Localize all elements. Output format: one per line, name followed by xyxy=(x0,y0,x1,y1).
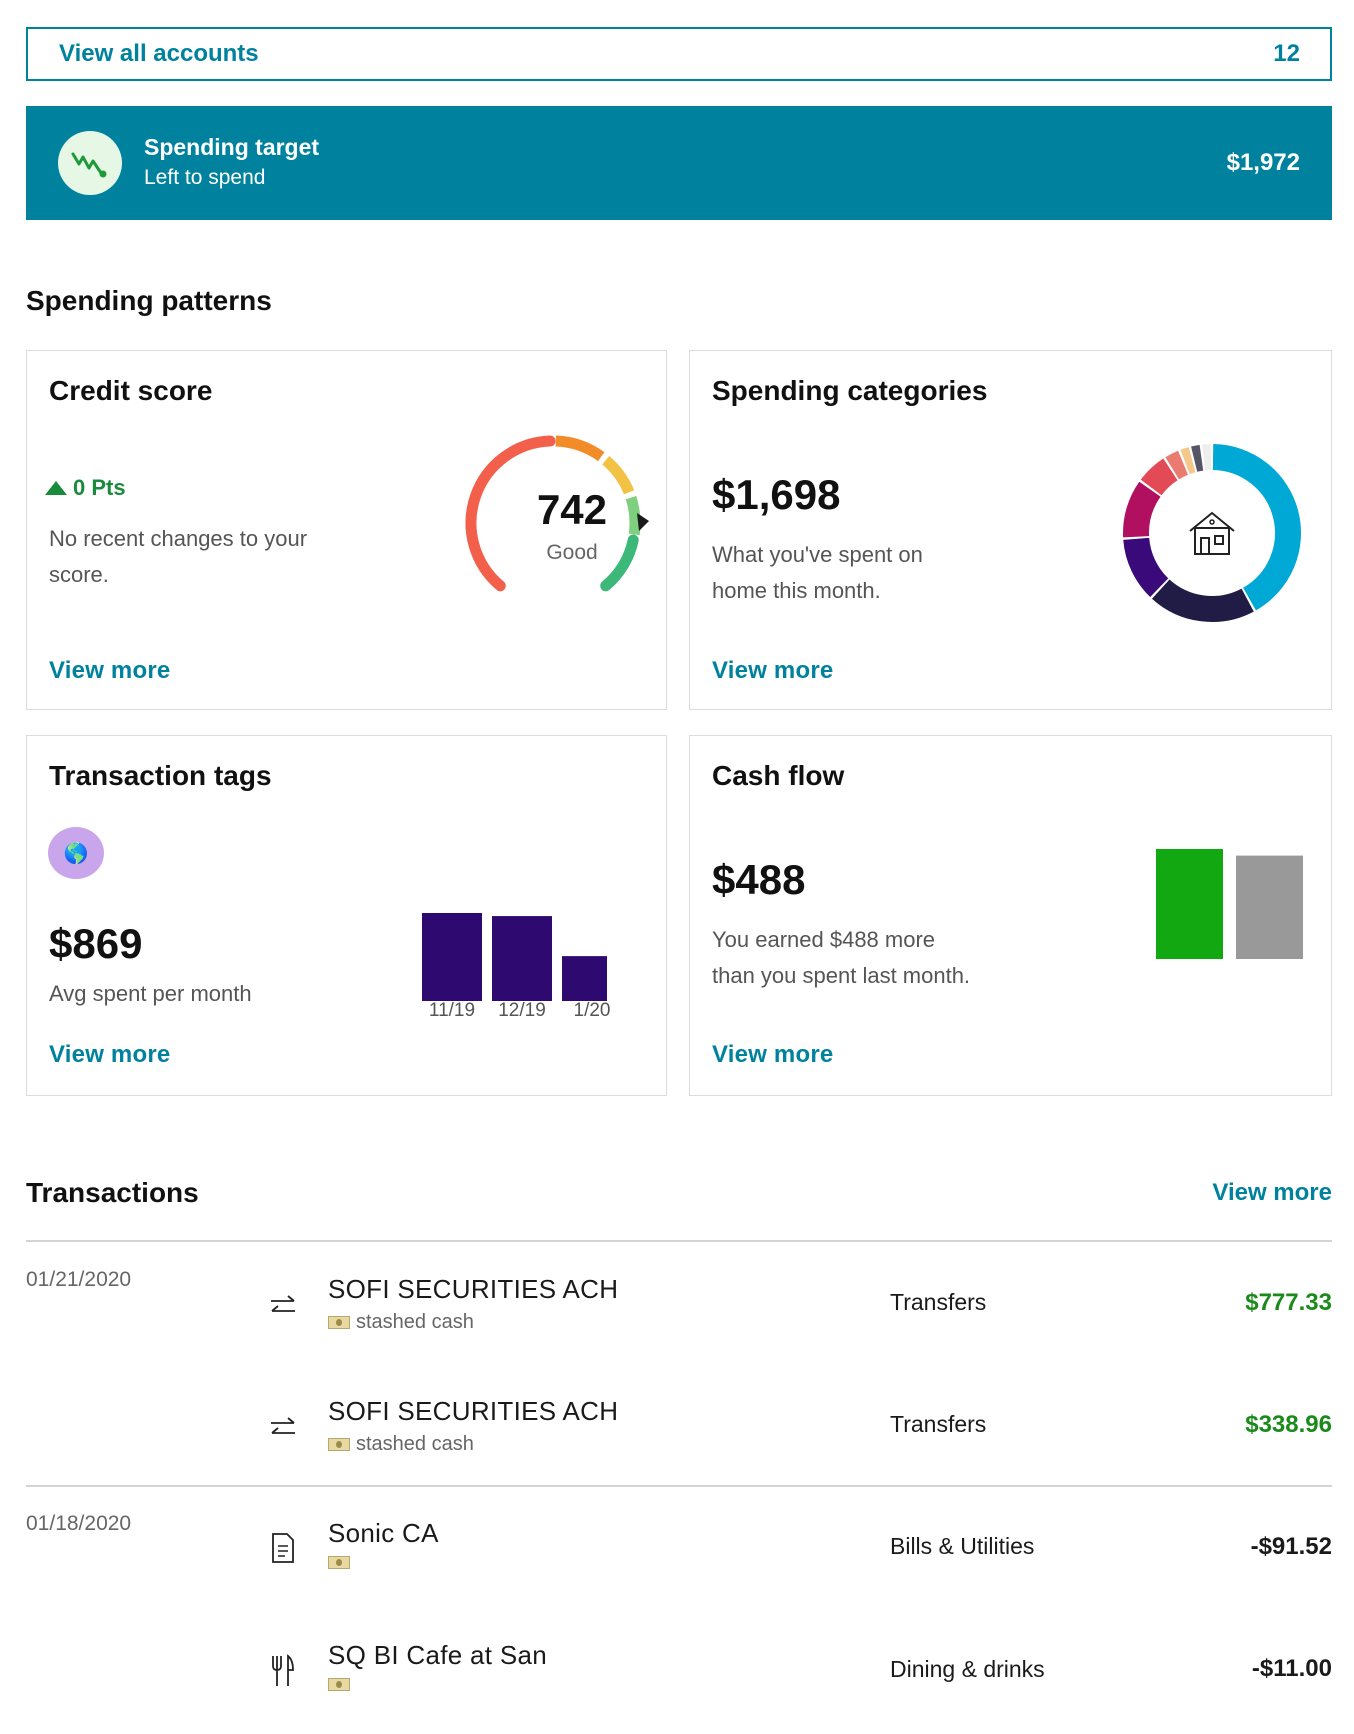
donut-slice xyxy=(1140,458,1178,496)
arrow-up-icon xyxy=(45,481,67,495)
transaction-tag: stashed cash xyxy=(328,1433,474,1456)
cashflow-bar-chart xyxy=(1156,849,1303,959)
spending-target-title: Spending target xyxy=(144,134,320,160)
transaction-amount: -$11.00 xyxy=(1251,1655,1332,1682)
cashflow-bar-earned xyxy=(1156,849,1223,959)
transaction-tag xyxy=(328,1678,356,1691)
transactions-view-more-link[interactable]: View more xyxy=(1212,1179,1332,1207)
tags-bar xyxy=(492,916,552,1001)
tags-bar-label: 12/19 xyxy=(498,1000,546,1021)
tags-bar xyxy=(562,956,607,1001)
categories-donut xyxy=(1123,444,1301,622)
credit-score-title: Credit score xyxy=(49,375,213,406)
transaction-category: Transfers xyxy=(890,1411,987,1437)
gauge-segment xyxy=(555,435,605,462)
transaction-amount: $777.33 xyxy=(1245,1289,1332,1316)
cashflow-desc-line1: You earned $488 more xyxy=(712,927,936,952)
tags-view-more-link[interactable]: View more xyxy=(49,1041,170,1069)
trend-down-icon xyxy=(58,131,122,195)
globe-icon[interactable]: 🌎 xyxy=(48,827,104,879)
money-icon xyxy=(328,1556,350,1569)
accounts-count: 12 xyxy=(1273,40,1300,67)
credit-desc-line1: No recent changes to your xyxy=(49,526,308,551)
bill-icon xyxy=(267,1532,299,1564)
transaction-name: SOFI SECURITIES ACH xyxy=(328,1396,619,1426)
points-change: 0 Pts xyxy=(45,475,126,501)
transaction-tag-label: stashed cash xyxy=(356,1311,474,1333)
credit-score-value: 742 xyxy=(536,486,608,533)
transaction-date: 01/21/2020 xyxy=(26,1268,132,1291)
credit-score-rating: Good xyxy=(546,541,598,564)
tags-bar-label: 1/20 xyxy=(573,1000,611,1021)
categories-amount: $1,698 xyxy=(712,471,841,518)
transaction-amount: $338.96 xyxy=(1245,1411,1332,1438)
cashflow-amount: $488 xyxy=(712,856,806,903)
money-icon xyxy=(328,1678,350,1691)
transaction-name: SOFI SECURITIES ACH xyxy=(328,1274,619,1304)
spending-categories-title: Spending categories xyxy=(712,375,988,406)
utensils-icon xyxy=(267,1654,299,1687)
categories-desc-line2: home this month. xyxy=(712,578,881,603)
transaction-tag: stashed cash xyxy=(328,1311,474,1334)
transaction-category: Dining & drinks xyxy=(890,1656,1045,1682)
transfer-icon xyxy=(267,1412,299,1444)
house-icon xyxy=(1189,511,1235,555)
categories-view-more-link[interactable]: View more xyxy=(712,657,833,685)
tags-bar-label: 11/19 xyxy=(428,1000,476,1021)
cashflow-view-more-link[interactable]: View more xyxy=(712,1041,833,1069)
tags-desc: Avg spent per month xyxy=(49,981,252,1006)
spending-patterns-title: Spending patterns xyxy=(26,285,272,316)
view-all-accounts-label: View all accounts xyxy=(59,40,259,67)
transaction-name: Sonic CA xyxy=(328,1518,439,1548)
credit-score-card: Credit score 0 Pts No recent changes to … xyxy=(26,350,667,710)
donut-slice xyxy=(1165,450,1189,480)
credit-view-more-link[interactable]: View more xyxy=(49,657,170,685)
donut-slice xyxy=(1191,444,1204,472)
cashflow-desc-line2: than you spent last month. xyxy=(712,963,971,988)
donut-slice xyxy=(1123,537,1169,598)
transfer-icon xyxy=(267,1290,299,1322)
spending-target-banner[interactable]: Spending target Left to spend $1,972 xyxy=(26,106,1332,220)
transactions-title: Transactions xyxy=(26,1177,199,1208)
points-change-value: 0 Pts xyxy=(73,475,126,500)
spending-target-subtitle: Left to spend xyxy=(144,166,266,189)
spending-categories-card: Spending categories $1,698 What you've s… xyxy=(689,350,1332,710)
cash-flow-card: Cash flow $488 You earned $488 more than… xyxy=(689,735,1332,1096)
transaction-tag xyxy=(328,1556,356,1569)
donut-slice xyxy=(1151,579,1254,622)
divider xyxy=(26,1485,1332,1487)
transaction-category: Transfers xyxy=(890,1289,987,1315)
transaction-tags-title: Transaction tags xyxy=(49,760,272,791)
transaction-tags-card: Transaction tags 🌎 $869 Avg spent per mo… xyxy=(26,735,667,1096)
divider xyxy=(26,1240,1332,1242)
tags-bar-chart xyxy=(422,913,607,1001)
transaction-name: SQ BI Cafe at San xyxy=(328,1640,547,1670)
cashflow-bar-spent xyxy=(1236,855,1303,959)
transaction-category: Bills & Utilities xyxy=(890,1533,1035,1559)
transaction-tag-label: stashed cash xyxy=(356,1433,474,1455)
cash-flow-title: Cash flow xyxy=(712,760,845,791)
transaction-date: 01/18/2020 xyxy=(26,1512,132,1535)
donut-slice xyxy=(1180,447,1196,475)
money-icon xyxy=(328,1438,350,1451)
tags-amount: $869 xyxy=(49,920,143,967)
tags-bar xyxy=(422,913,482,1001)
donut-slice xyxy=(1123,481,1161,538)
money-icon xyxy=(328,1316,350,1329)
view-all-accounts-button[interactable]: View all accounts 12 xyxy=(26,27,1332,81)
categories-desc-line1: What you've spent on xyxy=(712,542,923,567)
transaction-amount: -$91.52 xyxy=(1250,1533,1332,1560)
spending-target-amount: $1,972 xyxy=(1226,149,1300,176)
credit-desc-line2: score. xyxy=(49,562,109,587)
